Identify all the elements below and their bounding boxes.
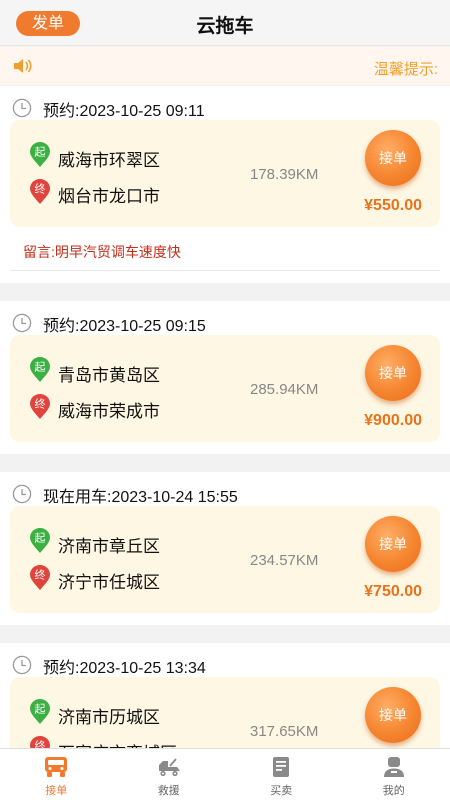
order-spacer (10, 442, 440, 454)
order-time: 预约:2023-10-25 13:34 (43, 660, 206, 677)
order-card: 预约:2023-10-25 09:11 起 威海市环翠区 终 烟台市龙口市 17… (0, 86, 450, 283)
document-icon (273, 757, 290, 777)
end-city: 济宁市任城区 (58, 573, 160, 592)
price: ¥750.00 (364, 583, 422, 600)
distance: 178.39KM (250, 166, 319, 183)
order-card: 现在用车:2023-10-24 15:55 起 济南市章丘区 终 济宁市任城区 … (0, 472, 450, 625)
user-icon (383, 757, 404, 777)
end-pin-icon: 终 (30, 565, 50, 590)
price: ¥900.00 (364, 412, 422, 429)
accept-order-button[interactable]: 接单 (365, 687, 421, 743)
page-title: 云拖车 (196, 16, 254, 37)
start-pin-icon: 起 (30, 528, 50, 553)
tab-label: 接单 (45, 785, 68, 797)
start-badge: 起 (35, 146, 46, 159)
start-badge: 起 (35, 361, 46, 374)
order-header: 预约:2023-10-25 09:11 (10, 86, 440, 120)
notice-bar: 温馨提示: (0, 47, 450, 85)
truck-icon (45, 757, 68, 777)
notice-text: 温馨提示: (373, 61, 438, 78)
end-city: 烟台市龙口市 (58, 187, 160, 206)
start-city: 威海市环翠区 (58, 151, 160, 170)
order-time: 预约:2023-10-25 09:15 (43, 318, 206, 335)
order-time: 现在用车:2023-10-24 15:55 (43, 489, 238, 506)
route-card[interactable]: 起 济南市章丘区 终 济宁市任城区 234.57KM 接单 ¥750.00 (10, 506, 440, 613)
start-pin-icon: 起 (30, 142, 50, 167)
tab-profile[interactable]: 我的 (338, 749, 450, 800)
start-pin-icon: 起 (30, 699, 50, 724)
order-list: 预约:2023-10-25 09:11 起 威海市环翠区 终 烟台市龙口市 17… (0, 86, 450, 784)
tow-truck-icon (158, 758, 180, 777)
order-message: 留言:明早汽贸调车速度快 (10, 227, 440, 271)
order-header: 预约:2023-10-25 13:34 (10, 643, 440, 677)
order-card: 预约:2023-10-25 09:15 起 青岛市黄岛区 终 威海市荣成市 28… (0, 301, 450, 454)
order-spacer (10, 271, 440, 283)
tab-trade[interactable]: 买卖 (225, 749, 338, 800)
start-badge: 起 (35, 532, 46, 545)
end-pin-icon: 终 (30, 394, 50, 419)
start-city: 青岛市黄岛区 (58, 366, 160, 385)
price: ¥550.00 (364, 197, 422, 214)
order-divider (0, 625, 450, 643)
distance: 285.94KM (250, 381, 319, 398)
tab-accept-orders[interactable]: 接单 (0, 749, 113, 800)
app-root: 发单 云拖车 温馨提示: 预约:2023-10-25 09:11 起 威海市环翠… (0, 0, 450, 800)
order-time: 预约:2023-10-25 09:11 (43, 103, 205, 120)
route-card[interactable]: 起 青岛市黄岛区 终 威海市荣成市 285.94KM 接单 ¥900.00 (10, 335, 440, 442)
distance: 234.57KM (250, 552, 319, 569)
distance: 317.65KM (250, 723, 319, 740)
clock-icon (12, 98, 32, 118)
end-badge: 终 (35, 568, 46, 582)
accept-order-button[interactable]: 接单 (365, 130, 421, 186)
tab-rescue[interactable]: 救援 (113, 749, 226, 800)
order-divider (0, 283, 450, 301)
start-city: 济南市历城区 (58, 708, 160, 727)
end-city: 威海市荣成市 (58, 402, 160, 421)
tab-label: 我的 (382, 785, 405, 797)
end-pin-icon: 终 (30, 179, 50, 204)
accept-order-button[interactable]: 接单 (365, 345, 421, 401)
clock-icon (12, 313, 32, 333)
tab-label: 买卖 (270, 785, 293, 797)
end-badge: 终 (35, 182, 46, 196)
speaker-icon (14, 59, 32, 73)
route-card[interactable]: 起 威海市环翠区 终 烟台市龙口市 178.39KM 接单 ¥550.00 (10, 120, 440, 227)
order-header: 现在用车:2023-10-24 15:55 (10, 472, 440, 506)
end-badge: 终 (35, 397, 46, 411)
start-pin-icon: 起 (30, 357, 50, 382)
tab-label: 救援 (157, 785, 180, 797)
start-badge: 起 (35, 703, 46, 716)
order-divider (0, 454, 450, 472)
accept-order-button[interactable]: 接单 (365, 516, 421, 572)
tab-bar: 接单 救援 买卖 我的 (0, 748, 450, 800)
clock-icon (12, 655, 32, 675)
clock-icon (12, 484, 32, 504)
header: 发单 云拖车 (0, 0, 450, 46)
order-header: 预约:2023-10-25 09:15 (10, 301, 440, 335)
start-city: 济南市章丘区 (58, 537, 160, 556)
order-spacer (10, 613, 440, 625)
